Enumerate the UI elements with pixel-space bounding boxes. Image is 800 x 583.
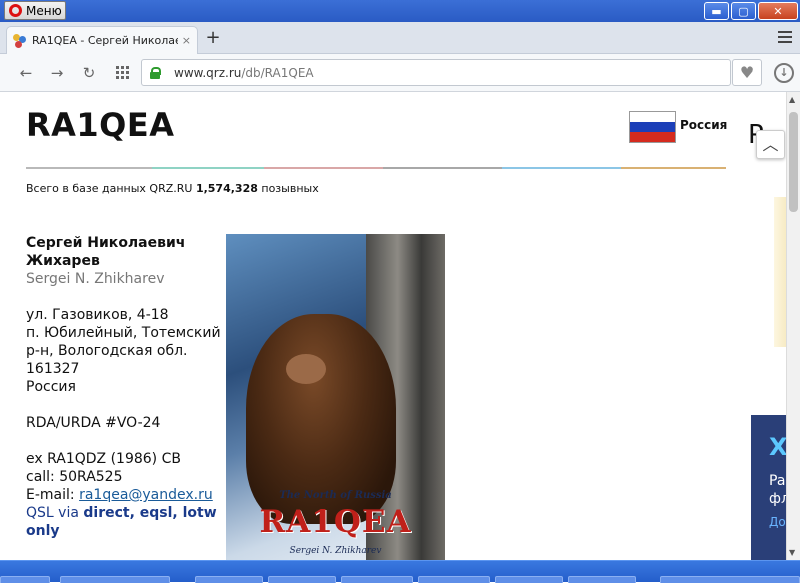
tab-strip: RA1QEA - Сергей Николаевич Жихарев × +: [0, 22, 800, 54]
url-text: www.qrz.ru/db/RA1QEA: [174, 65, 314, 80]
maximize-icon: ▢: [738, 4, 749, 18]
download-icon[interactable]: ↓: [774, 63, 794, 83]
card-operator-name: Sergei N. Zhikharev: [289, 546, 382, 556]
vertical-scrollbar[interactable]: ▲ ▼: [786, 92, 800, 560]
card-callsign: RA1QEA: [259, 504, 412, 540]
close-window-button[interactable]: ✕: [758, 2, 798, 20]
close-icon: ✕: [773, 4, 783, 18]
scroll-down-icon[interactable]: ▼: [789, 548, 795, 557]
side-banner[interactable]: [774, 197, 786, 347]
ad-text-1: Pa: [769, 473, 786, 489]
speed-dial-icon[interactable]: [116, 66, 129, 79]
tab-ra1qea[interactable]: RA1QEA - Сергей Николаевич Жихарев ×: [6, 26, 198, 54]
ex-callsign: ex RA1QDZ (1986) CB: [26, 451, 181, 467]
qsl-info: QSL via direct, eqsl, lotw only: [26, 505, 217, 539]
russia-flag-icon: [629, 111, 676, 143]
name-latin: Sergei N. Zhikharev: [26, 271, 165, 287]
email-link[interactable]: ra1qea@yandex.ru: [79, 487, 213, 503]
window-title-bar: Меню ▬ ▢ ✕: [0, 0, 800, 22]
page-viewport: RA1QEA Россия Р ︿ Всего в базе данных QR…: [0, 92, 786, 560]
opera-logo-icon: [9, 4, 22, 17]
forward-button[interactable]: →: [47, 63, 67, 83]
maximize-button[interactable]: ▢: [731, 2, 756, 20]
country-label: Россия: [680, 118, 728, 132]
card-bear-snout: [286, 354, 326, 384]
database-stats: Всего в базе данных QRZ.RU 1,574,328 поз…: [26, 182, 319, 195]
card-subtitle: The North of Russia: [279, 490, 392, 501]
tab-title: RA1QEA - Сергей Николаевич Жихарев: [32, 34, 178, 47]
scrollbar-thumb[interactable]: [789, 112, 798, 212]
colored-divider: [26, 167, 726, 169]
page-title: RA1QEA: [26, 106, 175, 144]
ad-banner[interactable]: X Pa фл До: [751, 415, 786, 560]
callsign-count: 1,574,328: [195, 182, 258, 195]
address-bar[interactable]: www.qrz.ru/db/RA1QEA: [141, 59, 731, 86]
address: ул. Газовиков, 4-18 п. Юбилейный, Тотемс…: [26, 307, 221, 395]
rda-urda: RDA/URDA #VO-24: [26, 415, 161, 431]
name-russian: Сергей Николаевич Жихарев: [26, 235, 186, 269]
bookmark-heart-icon[interactable]: ♥: [732, 59, 762, 86]
ad-text-2: фл: [769, 491, 786, 507]
qrz-favicon-icon: [13, 33, 27, 48]
minimize-button[interactable]: ▬: [704, 2, 729, 20]
navigation-bar: ← → ↻ www.qrz.ru/db/RA1QEA ♥ ↓: [0, 54, 800, 92]
lock-icon: [150, 66, 161, 79]
menu-label: Меню: [26, 3, 62, 18]
tab-menu-icon[interactable]: [778, 31, 792, 46]
opera-menu-button[interactable]: Меню: [4, 1, 66, 20]
email-line: E-mail: ra1qea@yandex.ru: [26, 487, 213, 503]
minimize-icon: ▬: [711, 4, 722, 18]
scroll-up-icon[interactable]: ▲: [789, 95, 795, 104]
ad-logo: X: [769, 433, 786, 461]
windows-taskbar: [0, 560, 800, 583]
operator-info: Сергей Николаевич Жихарев Sergei N. Zhik…: [26, 234, 224, 540]
reload-button[interactable]: ↻: [79, 63, 99, 83]
tab-close-icon[interactable]: ×: [182, 34, 191, 47]
back-button[interactable]: ←: [16, 63, 36, 83]
call-line: call: 50RA525: [26, 469, 123, 485]
scroll-to-top-button[interactable]: ︿: [756, 130, 785, 159]
new-tab-button[interactable]: +: [204, 28, 222, 48]
qsl-card-image: The North of Russia RA1QEA Sergei N. Zhi…: [226, 234, 445, 560]
ad-link[interactable]: До: [769, 515, 786, 529]
